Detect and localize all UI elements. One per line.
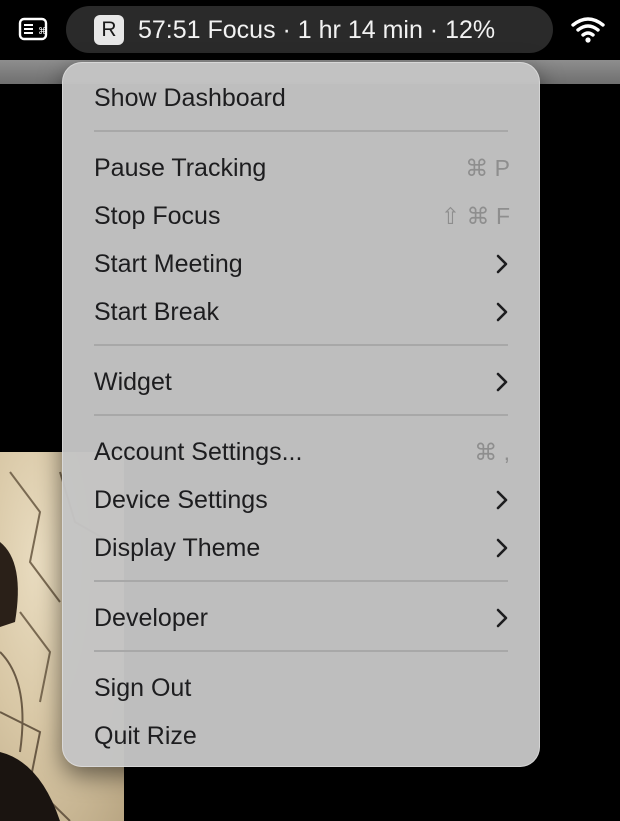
- chevron-right-icon: [496, 538, 508, 558]
- chevron-right-icon: [496, 302, 508, 322]
- menu-item-label: Quit Rize: [94, 722, 197, 750]
- menu-separator: [94, 344, 508, 346]
- menu-item-sign-out[interactable]: Sign Out: [62, 663, 540, 711]
- shortcut-label: ⌘ ,: [474, 439, 510, 465]
- menu-item-show-dashboard[interactable]: Show Dashboard: [62, 73, 540, 121]
- menu-item-label: Account Settings...: [94, 438, 303, 466]
- menu-item-label: Widget: [94, 368, 172, 396]
- menu-item-label: Device Settings: [94, 486, 268, 514]
- menu-item-start-meeting[interactable]: Start Meeting: [62, 239, 540, 287]
- menu-item-device-settings[interactable]: Device Settings: [62, 475, 540, 523]
- menu-item-quit[interactable]: Quit Rize: [62, 711, 540, 759]
- keyboard-icon[interactable]: ⌘: [18, 16, 48, 42]
- chevron-right-icon: [496, 372, 508, 392]
- chevron-right-icon: [496, 490, 508, 510]
- focus-status-pill[interactable]: R 57:51 Focus · 1 hr 14 min · 12%: [66, 6, 553, 53]
- menu-item-account-settings[interactable]: Account Settings... ⌘ ,: [62, 427, 540, 475]
- menu-item-label: Show Dashboard: [94, 84, 286, 112]
- menu-item-display-theme[interactable]: Display Theme: [62, 523, 540, 571]
- rize-app-icon: R: [94, 15, 124, 45]
- menu-item-label: Developer: [94, 604, 208, 632]
- focus-status-text: 57:51 Focus · 1 hr 14 min · 12%: [138, 16, 496, 44]
- chevron-right-icon: [496, 608, 508, 628]
- menu-item-label: Pause Tracking: [94, 154, 267, 182]
- menu-item-label: Sign Out: [94, 674, 192, 702]
- menu-item-pause-tracking[interactable]: Pause Tracking ⌘ P: [62, 143, 540, 191]
- menu-item-label: Start Meeting: [94, 250, 243, 278]
- rize-dropdown-menu: Show Dashboard Pause Tracking ⌘ P Stop F…: [62, 62, 540, 767]
- svg-text:⌘: ⌘: [38, 27, 47, 37]
- menu-separator: [94, 414, 508, 416]
- menu-item-label: Display Theme: [94, 534, 261, 562]
- menu-item-widget[interactable]: Widget: [62, 357, 540, 405]
- menu-item-label: Start Break: [94, 298, 220, 326]
- menu-bar: ⌘ R 57:51 Focus · 1 hr 14 min · 12%: [0, 0, 620, 60]
- menu-item-label: Stop Focus: [94, 202, 221, 230]
- menu-item-stop-focus[interactable]: Stop Focus ⇧ ⌘ F: [62, 191, 540, 239]
- chevron-right-icon: [496, 254, 508, 274]
- menu-item-developer[interactable]: Developer: [62, 593, 540, 641]
- shortcut-label: ⌘ P: [465, 155, 510, 181]
- wifi-icon[interactable]: [570, 14, 606, 44]
- menu-item-start-break[interactable]: Start Break: [62, 287, 540, 335]
- screen: ⌘ R 57:51 Focus · 1 hr 14 min · 12% Show…: [0, 0, 620, 821]
- menu-separator: [94, 650, 508, 652]
- menu-separator: [94, 130, 508, 132]
- menu-separator: [94, 580, 508, 582]
- shortcut-label: ⇧ ⌘ F: [440, 203, 510, 229]
